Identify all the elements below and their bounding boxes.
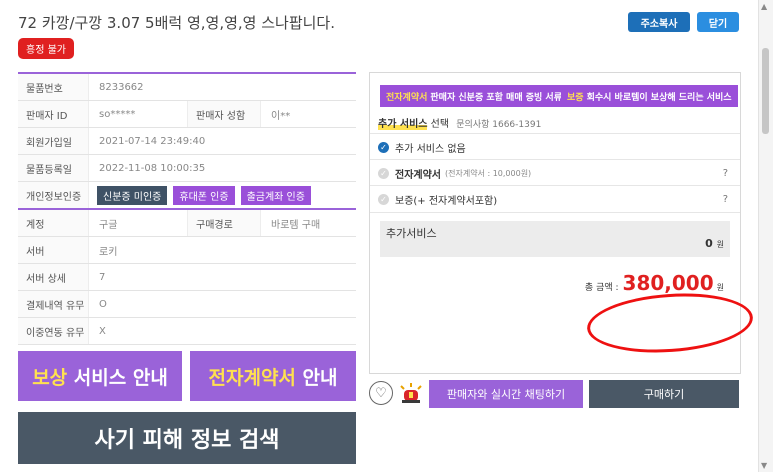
- grand-total-value: 380,000: [622, 271, 714, 295]
- check-circle-icon: ✓: [378, 141, 389, 153]
- additional-service-panel: 전자계약서 판매자 신분증 포함 매매 증빙 서류 보증 회수시 바로템이 보상해 …: [369, 72, 755, 374]
- joined-label: 회원가입일: [18, 128, 89, 154]
- live-chat-button[interactable]: 판매자와 실시간 채팅하기: [429, 380, 583, 408]
- heart-icon[interactable]: ♡: [369, 381, 393, 405]
- route-label: 구매경로: [187, 210, 261, 236]
- compensation-rest: 서비스 안내: [73, 366, 168, 389]
- guarantee-tag: 보증 회수시 바로템이 보상해 드리는 서비스: [561, 85, 738, 107]
- e-contract-tag: 전자계약서 판매자 신분증 포함 매매 증빙 서류: [380, 85, 568, 107]
- addon-select-label: 선택: [430, 119, 450, 130]
- addon-total-value: 0: [705, 237, 713, 250]
- fraud-search-button[interactable]: 사기 피해 정보 검색: [18, 412, 356, 464]
- e-contract-rest: 안내: [302, 366, 338, 389]
- grand-total: 총 금액 : 380,000 원: [585, 271, 724, 295]
- account-value: 구글: [99, 219, 118, 231]
- summary-header: 추가서비스: [380, 221, 730, 257]
- seller-name-label: 판매자 성함: [187, 101, 261, 127]
- joined-date: 2021-07-14 23:49:40: [99, 135, 206, 147]
- server-value: 로키: [99, 246, 118, 258]
- compensation-guide-button[interactable]: 보상 서비스 안내: [18, 351, 182, 401]
- server-label: 서버: [18, 237, 89, 263]
- seller-name: 이**: [271, 110, 291, 122]
- page-title: 72 카깡/구깡 3.07 5배럭 영,영,영,영 스나팝니다.: [18, 14, 335, 32]
- help-icon[interactable]: ?: [723, 168, 728, 179]
- guarantee-tag-text: 회수시 바로템이 보상해 드리는 서비스: [586, 92, 732, 103]
- won-unit: 원: [716, 240, 724, 249]
- id-verify-chip: 신분증 미인증: [97, 185, 168, 205]
- seller-id-label: 판매자 ID: [18, 101, 89, 127]
- scroll-up-icon[interactable]: ▲: [761, 2, 767, 11]
- product-no: 8233662: [99, 81, 144, 93]
- e-contract-highlight: 전자계약서: [208, 366, 296, 389]
- table-row: 서버 로키: [18, 237, 356, 264]
- close-button[interactable]: 닫기: [697, 12, 739, 32]
- account-verify-chip: 출금계좌 인증: [240, 185, 311, 205]
- scroll-down-icon[interactable]: ▼: [761, 461, 767, 470]
- table-row: 결제내역 유무 O: [18, 291, 356, 318]
- addon-header: 추가 서비스 선택 문의사항 1666-1391: [378, 115, 541, 130]
- check-circle-icon: ✓: [378, 167, 389, 179]
- phone-verify-chip: 휴대폰 인증: [173, 185, 235, 205]
- table-row: 개인정보인증 신분증 미인증 휴대폰 인증 출금계좌 인증: [18, 182, 356, 210]
- seller-id: so*****: [99, 108, 136, 120]
- status-badge: 흥정 불가: [18, 38, 74, 59]
- e-contract-guide-button[interactable]: 전자계약서 안내: [190, 351, 356, 401]
- option-e-contract[interactable]: ✓ 전자계약서 (전자계약서 : 10,000원) ?: [370, 159, 740, 186]
- addon-total: 0 원: [705, 237, 724, 250]
- product-no-label: 물품번호: [18, 74, 89, 100]
- route-value: 바로템 구매: [271, 219, 321, 231]
- product-info-table: 물품번호 8233662 판매자 ID so***** 판매자 성함 이** 회…: [18, 72, 356, 345]
- scrollbar[interactable]: ▲ ▼: [758, 0, 773, 472]
- grand-total-label: 총 금액 :: [584, 283, 619, 293]
- table-row: 회원가입일 2021-07-14 23:49:40: [18, 128, 356, 155]
- dual-link-label: 이중연동 유무: [18, 318, 89, 344]
- copy-address-button[interactable]: 주소복사: [628, 12, 690, 32]
- registered-label: 물품등록일: [18, 155, 89, 181]
- summary-label: 추가서비스: [386, 227, 437, 240]
- table-row: 계정 구글 구매경로 바로템 구매: [18, 210, 356, 237]
- option-guarantee-label: 보증(+ 전자계약서포함): [395, 195, 498, 207]
- payment-label: 결제내역 유무: [18, 291, 89, 317]
- server-detail-value: 7: [99, 271, 106, 283]
- account-label: 계정: [18, 210, 89, 236]
- table-row: 물품번호 8233662: [18, 74, 356, 101]
- won-unit: 원: [716, 283, 724, 292]
- buy-button[interactable]: 구매하기: [589, 380, 739, 408]
- addon-contact: 문의사항 1666-1391: [456, 120, 542, 130]
- option-none[interactable]: ✓ 추가 서비스 없음: [370, 133, 740, 160]
- help-icon[interactable]: ?: [723, 194, 728, 205]
- payment-value: O: [99, 298, 107, 310]
- red-marker-circle: [585, 288, 755, 358]
- option-e-contract-note: (전자계약서 : 10,000원): [445, 168, 532, 178]
- option-none-label: 추가 서비스 없음: [395, 143, 466, 155]
- table-row: 판매자 ID so***** 판매자 성함 이**: [18, 101, 356, 128]
- siren-icon[interactable]: [398, 382, 424, 404]
- table-row: 서버 상세 7: [18, 264, 356, 291]
- check-circle-icon: ✓: [378, 193, 389, 205]
- e-contract-tag-highlight: 전자계약서: [386, 92, 428, 103]
- table-row: 물품등록일 2022-11-08 10:00:35: [18, 155, 356, 182]
- dual-link-value: X: [99, 325, 106, 337]
- guarantee-tag-highlight: 보증: [567, 92, 584, 103]
- option-guarantee[interactable]: ✓ 보증(+ 전자계약서포함) ?: [370, 185, 740, 213]
- server-detail-label: 서버 상세: [18, 264, 89, 290]
- option-e-contract-label: 전자계약서: [395, 169, 441, 181]
- summary-box: 추가서비스 0 원 총 금액 : 380,000 원: [380, 221, 755, 358]
- registered-date: 2022-11-08 10:00:35: [99, 162, 206, 174]
- e-contract-tag-text: 판매자 신분증 포함 매매 증빙 서류: [430, 92, 562, 103]
- scrollbar-thumb[interactable]: [762, 48, 769, 134]
- addon-title: 추가 서비스: [378, 119, 428, 130]
- verify-label: 개인정보인증: [18, 182, 89, 208]
- table-row: 이중연동 유무 X: [18, 318, 356, 345]
- compensation-highlight: 보상: [32, 366, 68, 389]
